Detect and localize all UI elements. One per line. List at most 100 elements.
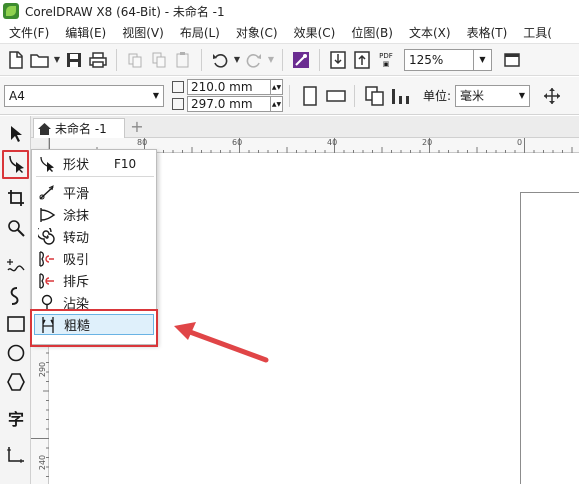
redo-dropdown-icon[interactable]: ▼ (266, 55, 276, 64)
freehand-icon (7, 259, 25, 272)
menu-layout[interactable]: 布局(L) (171, 24, 227, 41)
menu-tools[interactable]: 工具( (514, 24, 559, 41)
menu-table[interactable]: 表格(T) (458, 24, 515, 41)
flyout-item-shortcut: F10 (114, 156, 137, 171)
save-icon (67, 52, 81, 67)
pick-tool-button[interactable] (4, 122, 28, 146)
print-button[interactable] (86, 48, 110, 72)
menu-object[interactable]: 对象(C) (227, 24, 285, 41)
cut-icon (128, 53, 142, 67)
flyout-item-smear[interactable]: 涂抹 (34, 204, 154, 225)
flyout-separator (36, 176, 154, 177)
ruler-label: 80 (137, 138, 148, 147)
units-label: 单位: (423, 89, 452, 103)
zoom-dropdown-icon[interactable]: ▼ (474, 48, 492, 71)
landscape-icon (326, 89, 346, 102)
standard-toolbar: ▼ ▼ ▼ PDF ▣ 125% ▼ (0, 43, 579, 76)
save-button[interactable] (62, 48, 86, 72)
export-button[interactable] (350, 48, 374, 72)
width-spinner[interactable]: ▲▼ (271, 79, 283, 95)
property-bar: A4 ▼ 210.0 mm ▲▼ 297.0 mm ▲▼ 单位: 毫米 ▼ (0, 77, 579, 115)
crop-tool-button[interactable] (4, 186, 28, 210)
copy-button[interactable] (147, 48, 171, 72)
crop-icon (8, 190, 24, 206)
flyout-item-repel[interactable]: 排斥 (34, 270, 154, 291)
import-button[interactable] (326, 48, 350, 72)
flyout-item-shape[interactable]: 形状 F10 (34, 153, 154, 174)
pick-arrow-icon (11, 126, 22, 142)
menu-bar: 文件(F) 编辑(E) 视图(V) 布局(L) 对象(C) 效果(C) 位图(B… (0, 22, 579, 42)
toolbox: 字 (0, 116, 31, 484)
dimension-icon (7, 447, 24, 463)
ellipse-icon (7, 344, 25, 362)
menu-view[interactable]: 视图(V) (113, 24, 171, 41)
print-icon (89, 51, 107, 68)
polygon-icon (7, 373, 25, 391)
cut-button[interactable] (123, 48, 147, 72)
page-height-input[interactable]: 297.0 mm (187, 96, 271, 112)
window-title: CorelDRAW X8 (64-Bit) - 未命名 -1 (25, 4, 225, 19)
document-tab[interactable]: 未命名 -1 (33, 118, 125, 138)
ellipse-tool-button[interactable] (4, 341, 28, 365)
flyout-item-attract[interactable]: 吸引 (34, 248, 154, 269)
menu-bitmaps[interactable]: 位图(B) (342, 24, 400, 41)
chevron-down-icon: ▼ (518, 91, 526, 100)
title-bar: CorelDRAW X8 (64-Bit) - 未命名 -1 (0, 0, 579, 22)
menu-file[interactable]: 文件(F) (0, 24, 56, 41)
rectangle-tool-button[interactable] (4, 312, 28, 336)
polygon-tool-button[interactable] (4, 370, 28, 394)
full-screen-icon (504, 52, 520, 67)
ruler-label: 290 (38, 361, 48, 378)
page-border-top (520, 192, 579, 193)
document-tab-label: 未命名 -1 (55, 122, 107, 136)
nudge-distance-button[interactable] (540, 83, 564, 109)
landscape-button[interactable] (324, 83, 348, 109)
flyout-item-label: 平滑 (63, 187, 90, 202)
portrait-icon (303, 85, 317, 106)
import-icon (330, 50, 346, 69)
freehand-tool-button[interactable] (4, 254, 28, 278)
page-dimensions: 210.0 mm ▲▼ 297.0 mm ▲▼ (172, 79, 283, 112)
text-tool-button[interactable]: 字 (4, 406, 28, 430)
publish-pdf-button[interactable]: PDF ▣ (374, 48, 398, 72)
flyout-item-label: 涂抹 (63, 209, 90, 224)
flyout-item-twirl[interactable]: 转动 (34, 226, 154, 247)
flyout-item-smooth[interactable]: 平滑 (34, 182, 154, 203)
units-select[interactable]: 毫米 ▼ (455, 84, 531, 107)
add-document-tab-button[interactable]: + (129, 119, 145, 135)
artistic-media-tool-button[interactable] (4, 284, 28, 308)
menu-edit[interactable]: 编辑(E) (56, 24, 113, 41)
paste-button[interactable] (171, 48, 195, 72)
full-screen-button[interactable] (500, 48, 524, 72)
open-button[interactable] (28, 48, 52, 72)
zoom-tool-button[interactable] (4, 216, 28, 240)
flyout-item-label: 转动 (63, 231, 90, 246)
document-tab-bar: 未命名 -1 + (31, 116, 579, 138)
height-spinner[interactable]: ▲▼ (271, 96, 283, 112)
dimension-tool-button[interactable] (4, 444, 28, 468)
all-pages-button[interactable] (363, 83, 387, 109)
menu-text[interactable]: 文本(X) (400, 24, 458, 41)
new-document-button[interactable] (4, 48, 28, 72)
page-width-input[interactable]: 210.0 mm (187, 79, 271, 95)
current-page-button[interactable] (389, 83, 413, 109)
open-dropdown-icon[interactable]: ▼ (52, 55, 62, 64)
portrait-button[interactable] (298, 83, 322, 109)
toolbar-separator (201, 48, 202, 71)
rectangle-icon (7, 316, 25, 332)
redo-button[interactable] (242, 48, 266, 72)
paste-icon (176, 51, 189, 67)
page-size-select[interactable]: A4 ▼ (4, 84, 164, 107)
ruler-label: 40 (327, 138, 338, 147)
zoom-level-input[interactable]: 125% (404, 48, 474, 71)
coreldraw-logo-icon (3, 3, 19, 19)
ruler-label: 0 (517, 138, 523, 147)
repel-tool-icon (36, 271, 58, 291)
undo-dropdown-icon[interactable]: ▼ (232, 55, 242, 64)
smooth-tool-icon (36, 183, 58, 203)
search-content-button[interactable] (289, 48, 313, 72)
toolbar-separator (319, 48, 320, 71)
export-icon (354, 50, 370, 69)
undo-button[interactable] (208, 48, 232, 72)
menu-effects[interactable]: 效果(C) (285, 24, 343, 41)
